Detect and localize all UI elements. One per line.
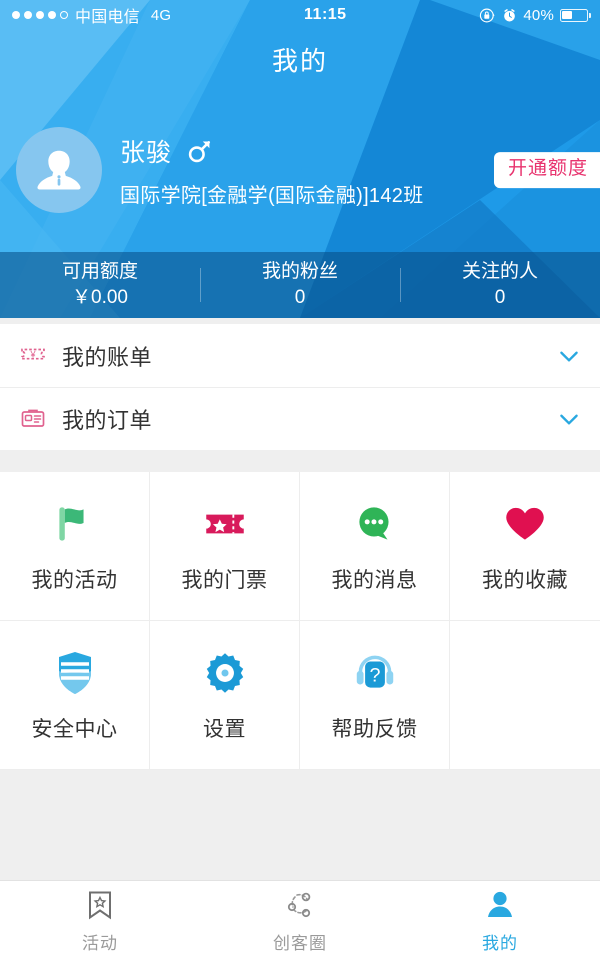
gear-icon	[200, 647, 250, 699]
headset-help-icon: ?	[350, 647, 400, 699]
stat-value: 0	[294, 287, 306, 308]
tab-label: 我的	[482, 933, 518, 953]
avatar[interactable]	[16, 127, 102, 213]
page-title: 我的	[271, 45, 328, 76]
alarm-clock-icon	[504, 8, 516, 21]
person-icon	[485, 888, 515, 922]
grid-item-label: 我的门票	[181, 569, 268, 592]
tab-label: 活动	[82, 933, 118, 953]
user-name: 张骏	[120, 138, 173, 167]
grid-item-empty	[450, 621, 600, 770]
status-bar-left: 中国电信 4G	[12, 3, 171, 27]
grid-item-label: 我的消息	[331, 569, 418, 592]
stat-available-credit[interactable]: 可用额度 ￥0.00	[0, 259, 200, 310]
ticket-star-icon	[200, 498, 250, 550]
bill-ticket-icon: ¥	[18, 341, 48, 371]
stat-label: 关注的人	[461, 261, 538, 283]
chat-bubble-icon	[350, 498, 400, 550]
expandable-list: ¥ 我的账单 我的订单	[0, 324, 600, 450]
grid-item-label: 我的活动	[31, 569, 118, 592]
stat-following[interactable]: 关注的人 0	[400, 259, 600, 310]
grid-item-my-tickets[interactable]: 我的门票	[150, 472, 300, 621]
stat-fans[interactable]: 我的粉丝 0	[200, 259, 400, 310]
battery-percent-label: 40%	[523, 6, 554, 24]
stats-bar: 可用额度 ￥0.00 我的粉丝 0 关注的人 0	[0, 252, 600, 318]
tab-maker-circle[interactable]: 创客圈	[200, 881, 400, 960]
page-filler	[0, 770, 600, 880]
section-gap	[0, 450, 600, 472]
grid-item-settings[interactable]: 设置	[150, 621, 300, 770]
chevron-down-icon[interactable]	[556, 343, 582, 369]
stat-label: 可用额度	[61, 261, 138, 283]
name-row: 张骏	[120, 133, 424, 169]
row-label: 我的订单	[62, 408, 153, 433]
row-my-bills[interactable]: ¥ 我的账单	[0, 324, 600, 387]
feature-grid: 我的活动 我的门票 我的消息 我的收藏 安全中心 设置 ? 帮助反馈	[0, 472, 600, 770]
grid-item-my-favorites[interactable]: 我的收藏	[450, 472, 600, 621]
tab-label: 创客圈	[273, 933, 327, 953]
default-avatar-icon	[37, 150, 81, 190]
grid-item-label: 安全中心	[31, 718, 118, 741]
tab-profile[interactable]: 我的	[400, 881, 600, 960]
status-bar-right: 40%	[479, 6, 592, 24]
stat-value: 0	[494, 287, 506, 308]
grid-item-help-feedback[interactable]: ? 帮助反馈	[300, 621, 450, 770]
chevron-down-icon[interactable]	[556, 406, 582, 432]
svg-text:?: ?	[369, 664, 380, 686]
status-bar: 中国电信 4G 11:15 40%	[0, 0, 600, 30]
title-bar: 我的	[0, 30, 600, 88]
grid-item-label: 设置	[203, 718, 246, 741]
shield-icon	[52, 647, 98, 699]
app-screen: 中国电信 4G 11:15 40% 我的 张骏 国际学院[金融学(国际金融)]1…	[0, 0, 600, 960]
signal-strength-icon	[12, 11, 68, 19]
row-my-orders[interactable]: 我的订单	[0, 387, 600, 450]
male-gender-icon	[188, 140, 211, 162]
stat-label: 我的粉丝	[261, 261, 338, 283]
bookmark-star-icon	[85, 888, 115, 922]
battery-icon	[560, 8, 592, 22]
svg-text:¥: ¥	[29, 349, 36, 359]
stat-value: ￥0.00	[72, 287, 128, 308]
flag-icon	[50, 498, 100, 550]
grid-item-security-center[interactable]: 安全中心	[0, 621, 150, 770]
profile-info: 张骏 国际学院[金融学(国际金融)]142班	[120, 133, 424, 208]
profile-header: 中国电信 4G 11:15 40% 我的 张骏 国际学院[金融学(国际金融)]1…	[0, 0, 600, 318]
open-credit-button[interactable]: 开通额度	[493, 152, 600, 188]
clock-label: 11:15	[304, 6, 347, 23]
user-class-info: 国际学院[金融学(国际金融)]142班	[120, 184, 424, 207]
grid-item-my-messages[interactable]: 我的消息	[300, 472, 450, 621]
bottom-tab-bar: 活动 创客圈 我的	[0, 880, 600, 960]
grid-item-my-activities[interactable]: 我的活动	[0, 472, 150, 621]
heart-icon	[500, 498, 550, 550]
carrier-label: 中国电信	[75, 9, 140, 26]
profile-block: 张骏 国际学院[金融学(国际金融)]142班 开通额度	[0, 88, 600, 252]
row-label: 我的账单	[62, 344, 153, 370]
grid-item-label: 我的收藏	[482, 569, 568, 592]
grid-item-label: 帮助反馈	[331, 718, 418, 741]
network-type-label: 4G	[150, 6, 172, 24]
network-nodes-icon	[284, 888, 316, 922]
order-card-icon	[18, 404, 48, 434]
tab-activities[interactable]: 活动	[0, 881, 200, 960]
rotation-lock-icon	[480, 8, 495, 22]
